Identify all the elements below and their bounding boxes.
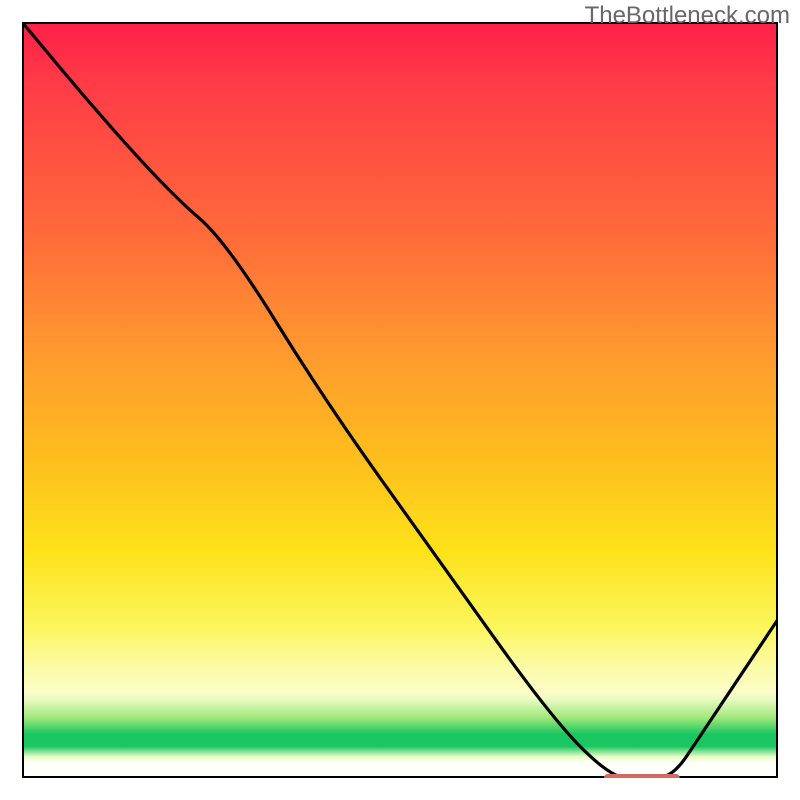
optimum-marker	[22, 22, 778, 778]
watermark-text: TheBottleneck.com	[585, 2, 790, 30]
chart-container: TheBottleneck.com	[0, 0, 800, 800]
